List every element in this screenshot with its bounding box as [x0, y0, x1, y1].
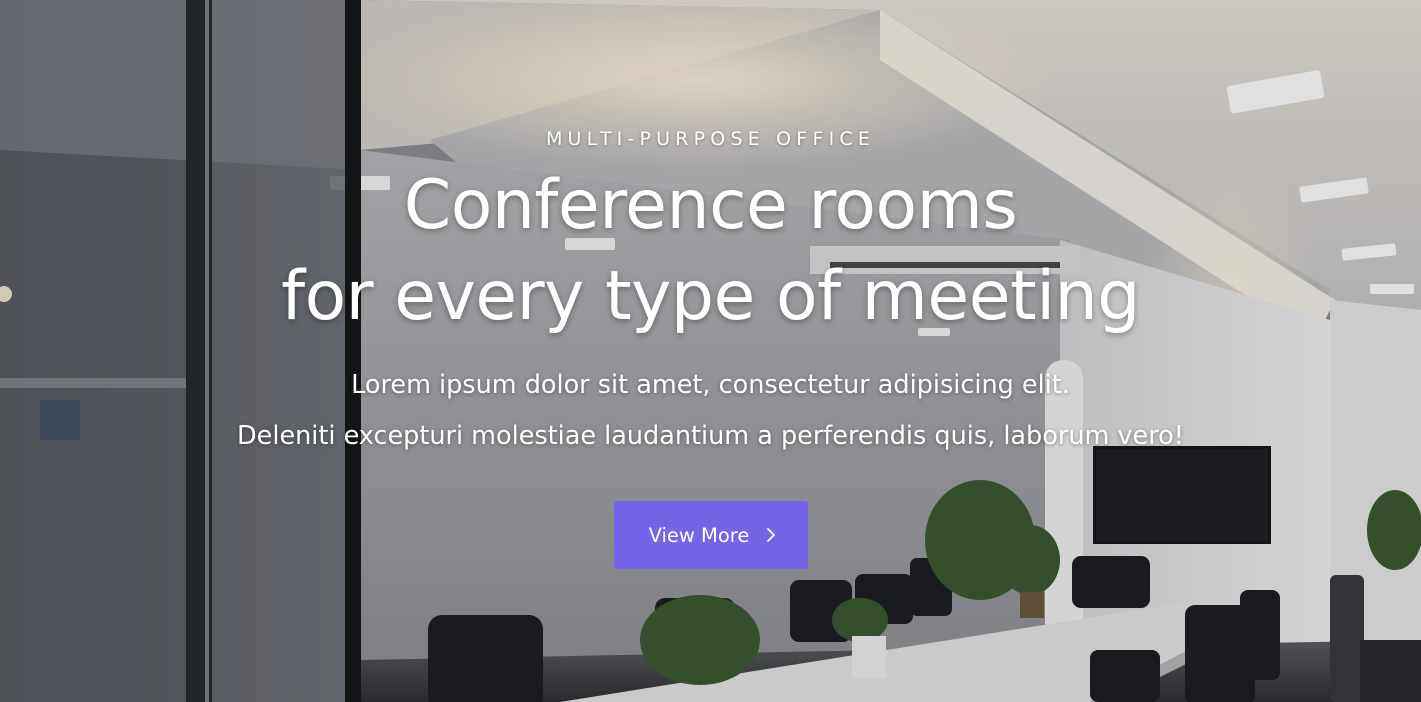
hero-subtitle: Lorem ipsum dolor sit amet, consectetur …	[0, 360, 1421, 462]
view-more-label: View More	[648, 523, 750, 547]
hero-subtitle-line-2: Deleniti excepturi molestiae laudantium …	[237, 421, 1184, 451]
hero-eyebrow: MULTI-PURPOSE OFFICE	[545, 128, 876, 150]
hero-subtitle-line-1: Lorem ipsum dolor sit amet, consectetur …	[351, 370, 1070, 400]
hero-title: Conference rooms for every type of meeti…	[0, 160, 1421, 342]
view-more-button[interactable]: View More	[614, 501, 808, 569]
hero-title-line-1: Conference rooms	[403, 166, 1018, 245]
hero-title-line-2: for every type of meeting	[281, 257, 1140, 336]
chevron-right-icon	[767, 528, 776, 542]
hero-content: MULTI-PURPOSE OFFICE Conference rooms fo…	[0, 0, 1421, 702]
hero-section: MULTI-PURPOSE OFFICE Conference rooms fo…	[0, 0, 1421, 702]
